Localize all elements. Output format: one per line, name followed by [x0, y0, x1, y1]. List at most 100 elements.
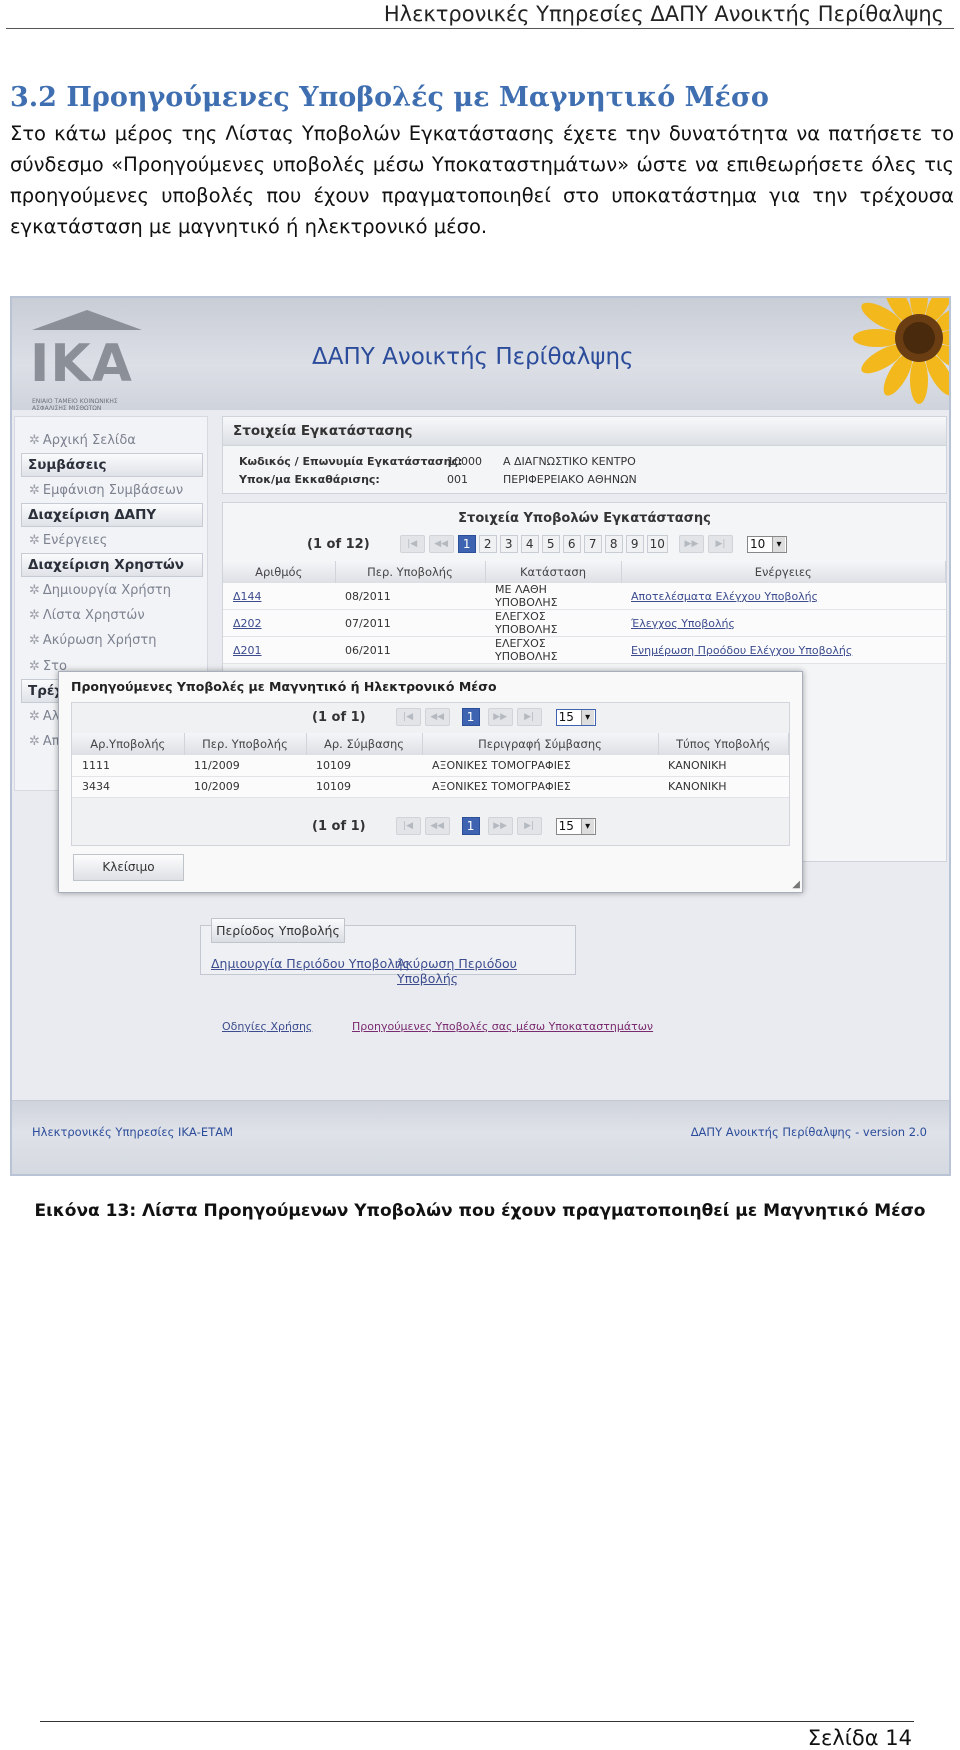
facility-panel: Στοιχεία Εγκατάστασης Κωδικός / Επωνυμία…	[222, 416, 947, 494]
submissions-title: Στοιχεία Υποβολών Εγκατάστασης	[458, 511, 711, 526]
table-cell: 3434	[72, 776, 184, 798]
column-header-contract-no[interactable]: Αρ. Σύμβασης	[306, 733, 423, 755]
next-page-icon[interactable]: ▶▶	[678, 535, 704, 553]
app-banner: IKA ΕΝΙΑΙΟ ΤΑΜΕΙΟ ΚΟΙΝΩΝΙΚΗΣ ΑΣΦΑΛΙΣΗΣ Μ…	[12, 298, 949, 412]
submissions-pager: (1 of 12) |◀ ◀◀ 1 2 3 4 5 6 7 8 9 10 ▶▶ …	[307, 535, 787, 553]
table-cell: 10109	[306, 776, 422, 798]
previous-submissions-link[interactable]: Προηγούμενες Υποβολές σας μέσω Υποκαταστ…	[352, 1020, 653, 1033]
table-cell: ΕΛΕΓΧΟΣ ΥΠΟΒΟΛΗΣ	[485, 636, 621, 664]
first-page-icon[interactable]: |◀	[395, 708, 421, 726]
banner-title: ΔΑΠΥ Ανοικτής Περίθαλψης	[312, 344, 634, 370]
page-10-button[interactable]: 10	[646, 535, 668, 553]
next-page-icon[interactable]: ▶▶	[487, 708, 513, 726]
sidebar-item-user-list[interactable]: ✲ Λίστα Χρηστών	[29, 608, 145, 623]
submission-number-link[interactable]: Δ202	[223, 609, 335, 637]
sidebar-item-show-contracts[interactable]: ✲ Εμφάνιση Συμβάσεων	[29, 483, 183, 498]
column-header-period[interactable]: Περ. Υποβολής	[335, 561, 486, 583]
last-page-icon[interactable]: ▶|	[516, 817, 542, 835]
submission-period-box: Περίοδος Υποβολής Δημιουργία Περιόδου Υπ…	[200, 918, 576, 986]
page-7-button[interactable]: 7	[583, 535, 602, 553]
action-link[interactable]: Αποτελέσματα Ελέγχου Υποβολής	[621, 583, 946, 610]
table-row: 1111 11/2009 10109 ΑΞΟΝΙΚΕΣ ΤΟΜΟΓΡΑΦΙΕΣ …	[72, 755, 789, 777]
table-row: Δ201 06/2011 ΕΛΕΓΧΟΣ ΥΠΟΒΟΛΗΣ Ενημέρωση …	[223, 636, 946, 664]
cancel-period-link[interactable]: Ακύρωση Περιόδου Υποβολής	[397, 956, 575, 986]
table-cell: ΑΞΟΝΙΚΕΣ ΤΟΜΟΓΡΑΦΙΕΣ	[422, 776, 658, 798]
page-size-select[interactable]: 10	[746, 535, 787, 553]
facility-code-label: Κωδικός / Επωνυμία Εγκατάστασης:	[239, 455, 463, 468]
sidebar-item-cancel-user[interactable]: ✲ Ακύρωση Χρήστη	[29, 633, 156, 648]
sidebar-item-create-user[interactable]: ✲ Δημιουργία Χρήστη	[29, 583, 171, 598]
pager-info: (1 of 1)	[312, 709, 366, 725]
app-footer: Ηλεκτρονικές Υπηρεσίες ΙΚΑ-ΕΤΑΜ ΔΑΠΥ Ανο…	[12, 1100, 949, 1174]
page-4-button[interactable]: 4	[520, 535, 539, 553]
column-header-status[interactable]: Κατάσταση	[485, 561, 622, 583]
table-cell: 1111	[72, 755, 184, 777]
page-6-button[interactable]: 6	[562, 535, 581, 553]
pager-info: (1 of 12)	[307, 536, 370, 552]
page-size-select[interactable]: 15	[555, 708, 596, 726]
section-heading: 3.2 Προηγούμενες Υποβολές με Μαγνητικό Μ…	[10, 82, 769, 113]
page-5-button[interactable]: 5	[541, 535, 560, 553]
next-page-icon[interactable]: ▶▶	[487, 817, 513, 835]
close-button[interactable]: Κλείσιμο	[73, 854, 184, 881]
instructions-link[interactable]: Οδηγίες Χρήσης	[222, 1020, 312, 1033]
page-1-button[interactable]: 1	[461, 708, 480, 726]
column-header-period[interactable]: Περ. Υποβολής	[184, 733, 307, 755]
column-header-number[interactable]: Αριθμός	[223, 561, 336, 583]
submission-number-link[interactable]: Δ144	[223, 583, 335, 610]
page-1-button[interactable]: 1	[457, 535, 476, 553]
pager-info: (1 of 1)	[312, 818, 366, 834]
gear-icon: ✲	[29, 533, 40, 548]
facility-panel-title: Στοιχεία Εγκατάστασης	[223, 417, 946, 446]
page-size-select[interactable]: 15	[555, 817, 596, 835]
last-page-icon[interactable]: ▶|	[516, 708, 542, 726]
sidebar-group-dapy[interactable]: Διαχείριση ΔΑΠΥ	[21, 503, 203, 527]
gear-icon: ✲	[29, 483, 40, 498]
prev-page-icon[interactable]: ◀◀	[424, 817, 450, 835]
action-link[interactable]: Έλεγχος Υποβολής	[621, 609, 946, 637]
sidebar-item-actions[interactable]: ✲ Ενέργειες	[29, 533, 107, 548]
page-9-button[interactable]: 9	[625, 535, 644, 553]
page-number: Σελίδα 14	[807, 1726, 912, 1750]
page-1-button[interactable]: 1	[461, 817, 480, 835]
resize-grip-icon[interactable]: ◢	[792, 879, 800, 890]
first-page-icon[interactable]: |◀	[399, 535, 425, 553]
previous-submissions-dialog: Προηγούμενες Υποβολές με Μαγνητικό ή Ηλε…	[58, 671, 803, 893]
dialog-title: Προηγούμενες Υποβολές με Μαγνητικό ή Ηλε…	[71, 679, 497, 694]
facility-code-value: 10000	[447, 455, 482, 468]
column-header-submission-no[interactable]: Αρ.Υποβολής	[72, 733, 185, 755]
table-cell: 08/2011	[335, 583, 485, 610]
header-rule	[6, 28, 954, 29]
figure-caption: Εικόνα 13: Λίστα Προηγούμενων Υποβολών π…	[34, 1201, 926, 1221]
column-header-submission-type[interactable]: Τύπος Υποβολής	[658, 733, 789, 755]
submission-period-button[interactable]: Περίοδος Υποβολής	[211, 918, 345, 943]
first-page-icon[interactable]: |◀	[395, 817, 421, 835]
action-link[interactable]: Ενημέρωση Προόδου Ελέγχου Υποβολής	[621, 636, 946, 664]
table-cell: 10109	[306, 755, 422, 777]
table-cell: ΜΕ ΛΑΘΗ ΥΠΟΒΟΛΗΣ	[485, 583, 621, 610]
prev-page-icon[interactable]: ◀◀	[424, 708, 450, 726]
column-header-actions: Ενέργειες	[621, 561, 946, 583]
gear-icon: ✲	[29, 709, 40, 724]
gear-icon: ✲	[29, 633, 40, 648]
last-page-icon[interactable]: ▶|	[707, 535, 733, 553]
submission-number-link[interactable]: Δ201	[223, 636, 335, 664]
sidebar-item-label: Ακύρωση Χρήστη	[42, 633, 157, 648]
prev-page-icon[interactable]: ◀◀	[428, 535, 454, 553]
branch-code-value: 001	[447, 473, 468, 486]
sidebar-group-users[interactable]: Διαχείριση Χρηστών	[21, 553, 203, 577]
create-period-link[interactable]: Δημιουργία Περιόδου Υποβολής	[211, 956, 410, 971]
page-3-button[interactable]: 3	[499, 535, 518, 553]
page-2-button[interactable]: 2	[478, 535, 497, 553]
sidebar-group-contracts[interactable]: Συμβάσεις	[21, 453, 203, 477]
table-cell: 07/2011	[335, 609, 485, 637]
sidebar-item-label: Δημιουργία Χρήστη	[42, 583, 171, 598]
facility-name-value: Α ΔΙΑΓΝΩΣΤΙΚΟ ΚΕΝΤΡΟ	[503, 455, 636, 468]
body-paragraph: Στο κάτω μέρος της Λίστας Υποβολών Εγκατ…	[10, 122, 954, 238]
branch-label: Υποκ/μα Εκκαθάρισης:	[239, 473, 380, 486]
column-header-contract-desc[interactable]: Περιγραφή Σύμβασης	[422, 733, 659, 755]
sidebar-item-home[interactable]: ✲ Αρχική Σελίδα	[29, 433, 136, 448]
sunflower-image	[839, 298, 949, 410]
page-8-button[interactable]: 8	[604, 535, 623, 553]
dialog-grid-container: (1 of 1) |◀ ◀◀ 1 ▶▶ ▶| 15 Αρ.Υποβολής Πε…	[71, 702, 790, 846]
